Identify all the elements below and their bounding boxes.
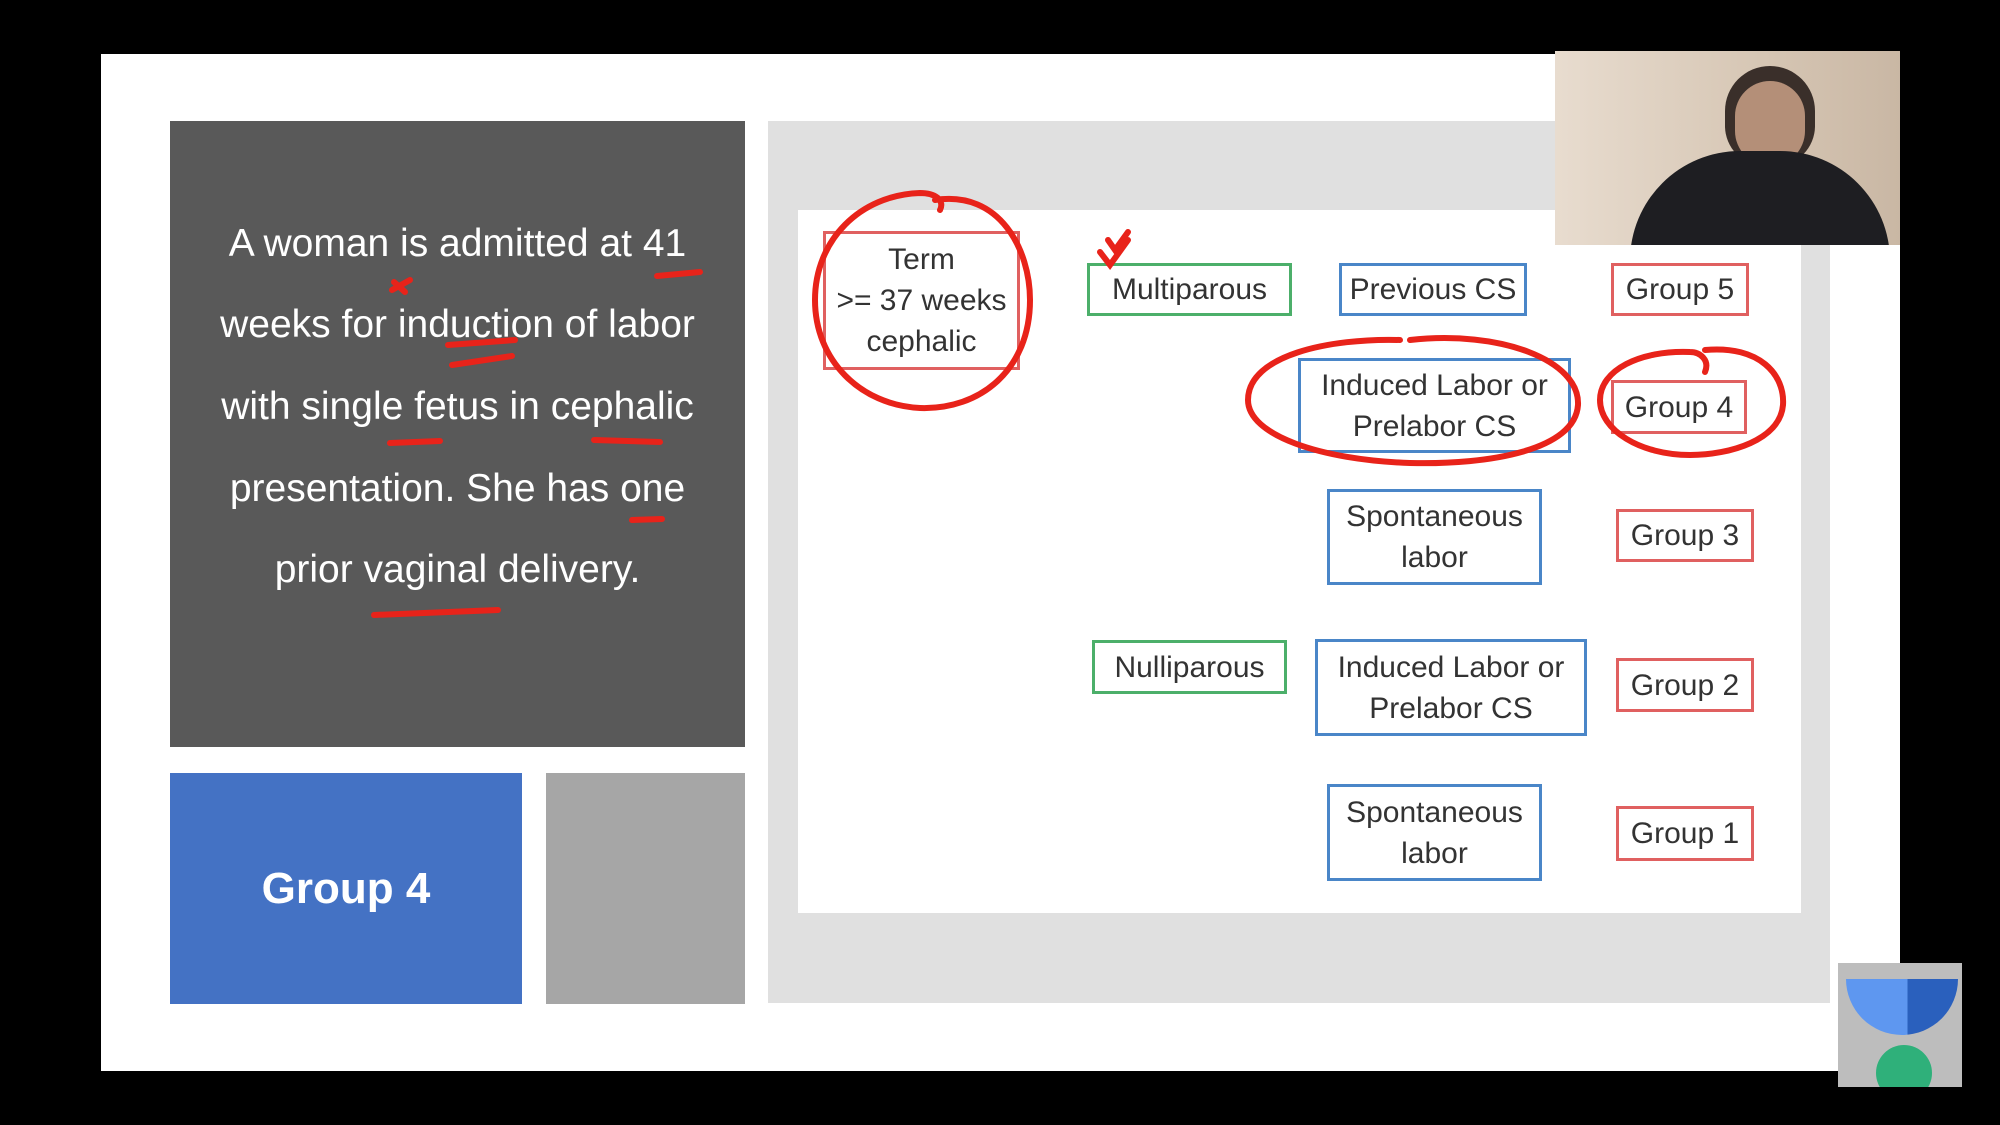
underline-annotation <box>389 277 413 295</box>
underline-annotation <box>591 437 663 445</box>
induced-circle-annotation <box>1244 335 1582 467</box>
presenter-webcam <box>1555 51 1900 245</box>
underline-annotation <box>387 438 443 446</box>
logo-dot <box>1876 1045 1932 1087</box>
presenter-body <box>1630 151 1890 245</box>
logo-bowl <box>1846 979 1958 1035</box>
underline-annotation <box>371 607 501 618</box>
underline-annotation <box>629 516 665 523</box>
underline-annotation <box>445 337 518 368</box>
app-logo-icon <box>1838 963 1962 1087</box>
check-annotation <box>1097 229 1131 271</box>
underline-annotation <box>654 269 703 279</box>
term-circle-annotation <box>811 189 1034 412</box>
group4-circle-annotation <box>1596 346 1787 459</box>
